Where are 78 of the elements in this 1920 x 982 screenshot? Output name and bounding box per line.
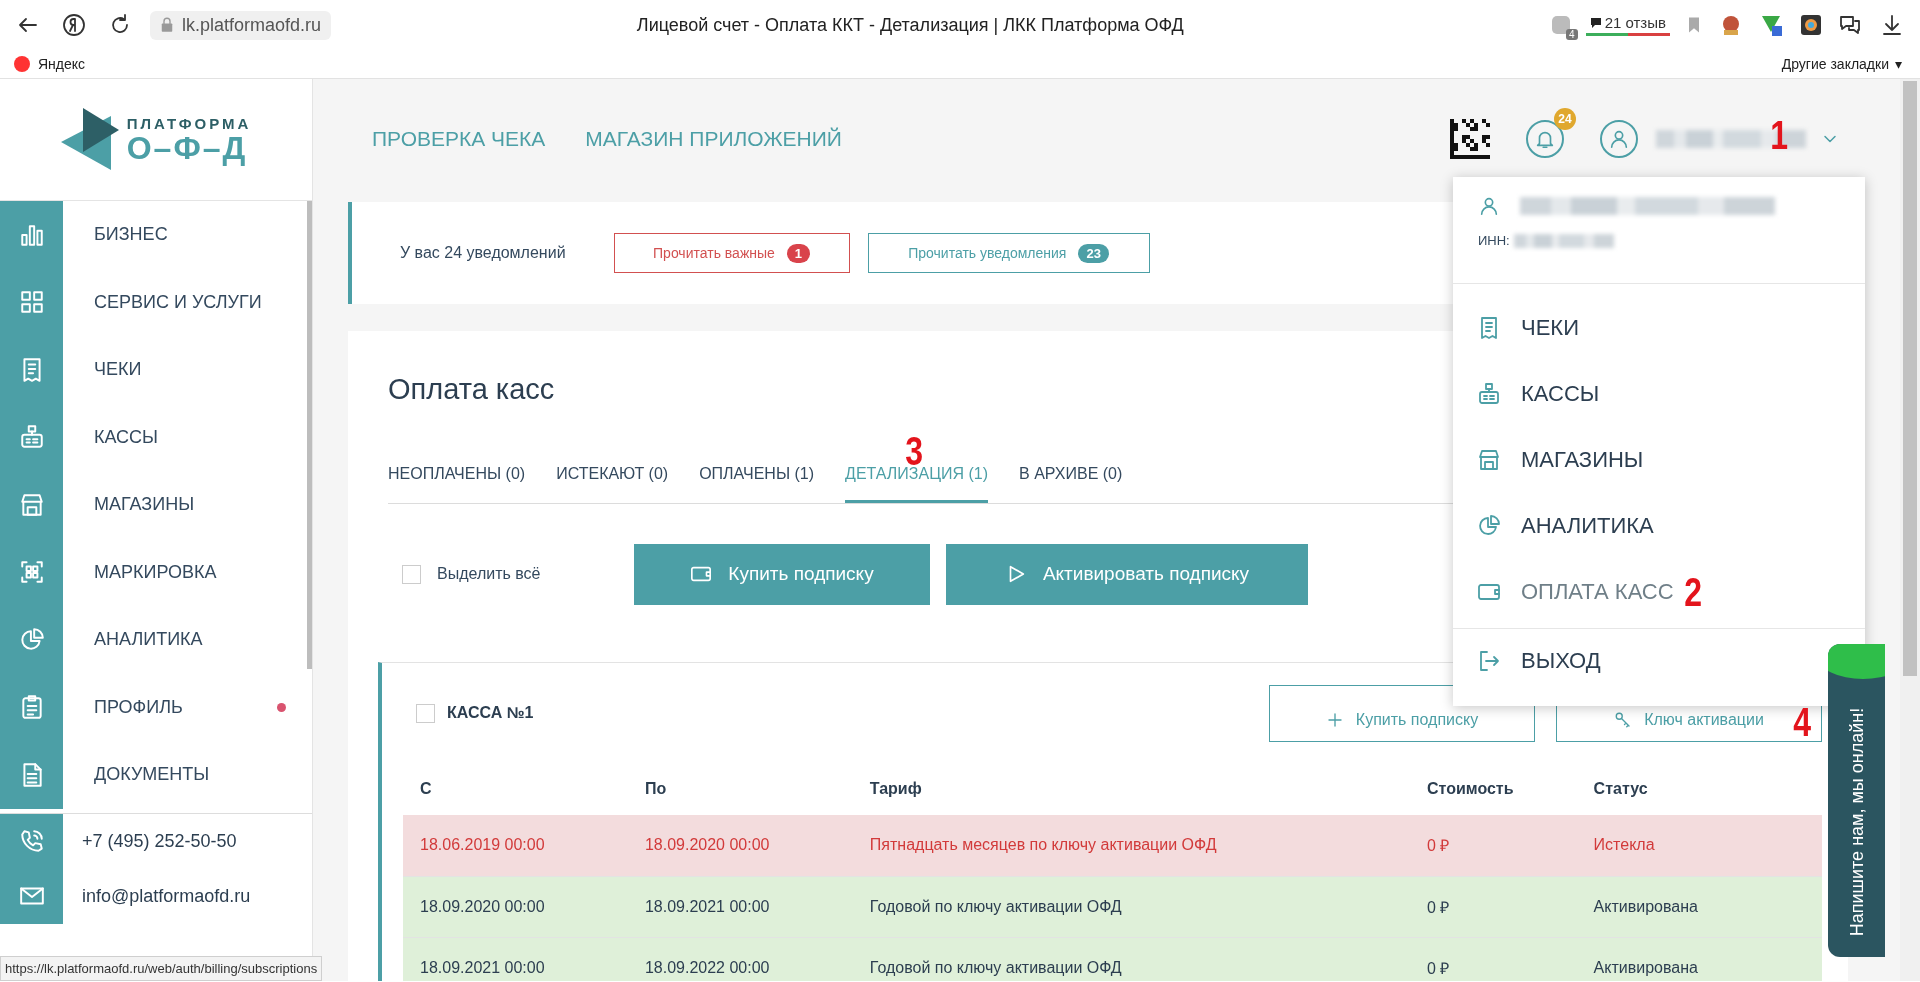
qr-scan-icon <box>18 559 45 586</box>
annotation-number: 4 <box>1792 701 1811 742</box>
column-header: По <box>627 763 853 815</box>
table-cell: 0 ₽ <box>1410 937 1577 981</box>
comment-icon <box>1589 16 1602 29</box>
menu-item[interactable]: ЧЕКИ <box>1453 295 1593 361</box>
cash-register-icon <box>1477 382 1501 406</box>
scrollbar[interactable] <box>1903 81 1917 676</box>
menu-item[interactable]: АНАЛИТИКА <box>1453 493 1668 559</box>
qr-code-icon[interactable] <box>1450 119 1490 159</box>
annotation-number: 1 <box>1770 115 1789 155</box>
phone-link[interactable]: +7 (495) 252-50-50 <box>63 813 312 869</box>
chat-bubbles-icon <box>1838 13 1862 37</box>
inn-label: ИНН: <box>1478 233 1510 248</box>
table-cell: 18.09.2021 00:00 <box>627 876 853 937</box>
table-cell: 18.09.2020 00:00 <box>403 876 628 937</box>
table-cell: 0 ₽ <box>1410 876 1577 937</box>
email-link[interactable]: info@platformaofd.ru <box>63 868 312 924</box>
user-icon <box>1608 128 1630 150</box>
extension-icon[interactable] <box>1798 12 1824 38</box>
notification-summary: У вас 24 уведомлений <box>400 244 566 262</box>
page-title: Лицевой счет - Оплата ККТ - Детализация | ЛКК Платформа ОФД <box>635 14 1185 36</box>
register-title: КАССА №1 <box>447 704 534 722</box>
column-header: С <box>403 763 628 815</box>
column-header: Тариф <box>852 763 1410 815</box>
table-cell: 18.09.2020 00:00 <box>627 815 853 876</box>
plus-icon <box>1325 710 1344 729</box>
table-cell: 18.09.2022 00:00 <box>627 937 853 981</box>
phone-icon <box>18 828 45 854</box>
annotation-number: 2 <box>1683 572 1702 612</box>
profile-button[interactable] <box>1600 120 1638 158</box>
checkbox[interactable] <box>402 564 421 584</box>
table-cell: Активирована <box>1576 937 1822 981</box>
user-icon <box>1478 195 1500 217</box>
caret-icon: ▾ <box>1895 56 1902 72</box>
table-cell: Истекла <box>1576 815 1822 876</box>
pie-chart-icon <box>1477 514 1501 538</box>
url-text: lk.platformaofd.ru <box>182 14 322 36</box>
status-url: https://lk.platformaofd.ru/web/auth/billing/subscriptions <box>0 956 323 981</box>
pie-chart-icon <box>18 626 45 653</box>
logo-text: ПЛАТФОРМА <box>126 115 252 132</box>
column-header: Стоимость <box>1410 763 1577 815</box>
menu-item[interactable]: КАССЫ <box>1453 361 1614 427</box>
logo-text: О–Ф–Д <box>126 132 249 164</box>
tab[interactable]: НЕОПЛАЧЕНЫ (0) <box>388 455 526 503</box>
notification-count: 24 <box>1554 108 1576 130</box>
extension-badge: 4 <box>1566 29 1578 40</box>
table-cell: Активирована <box>1576 876 1822 937</box>
menu-item[interactable]: МАГАЗИНЫ <box>1453 427 1658 493</box>
checkbox[interactable] <box>416 703 435 723</box>
grid-icon <box>18 289 45 316</box>
store-icon <box>18 491 45 518</box>
tab[interactable]: ИСТЕКАЮТ (0) <box>556 455 669 503</box>
address-bar[interactable]: lk.platformaofd.ru <box>150 10 332 40</box>
read-important-button[interactable]: Прочитать важные 1 <box>613 233 850 273</box>
tab[interactable]: В АРХИВЕ (0) <box>1019 455 1123 503</box>
table-cell: 0 ₽ <box>1410 815 1577 876</box>
page-heading: Оплата касс <box>388 373 555 406</box>
store-icon <box>1477 448 1501 472</box>
count-badge: 1 <box>786 243 811 263</box>
table-cell: 18.09.2021 00:00 <box>403 937 628 981</box>
count-badge: 23 <box>1078 243 1109 263</box>
yandex-icon <box>62 13 86 37</box>
table-cell: Годовой по ключу активации ОФД <box>852 937 1410 981</box>
cash-register-icon <box>18 424 45 451</box>
logout-icon <box>1477 649 1501 673</box>
table-cell: Пятнадцать месяцев по ключу активации ОФД <box>852 815 1410 876</box>
download-icon <box>1880 13 1904 37</box>
tab[interactable]: ОПЛАЧЕНЫ (1) <box>699 455 815 503</box>
table-cell: 18.06.2019 00:00 <box>403 815 628 876</box>
column-header: Статус <box>1576 763 1822 815</box>
table-cell: Годовой по ключу активации ОФД <box>852 876 1410 937</box>
scrollbar[interactable] <box>307 201 312 669</box>
other-bookmarks[interactable]: Другие закладки <box>1781 56 1889 72</box>
chat-widget[interactable]: Напишите нам, мы онлайн! <box>1828 644 1885 957</box>
checkbox-label: Выделить всё <box>437 565 541 583</box>
bookmark-link[interactable]: Яндекс <box>14 56 86 72</box>
reviews-link[interactable]: 21 отзыв <box>1585 14 1670 36</box>
